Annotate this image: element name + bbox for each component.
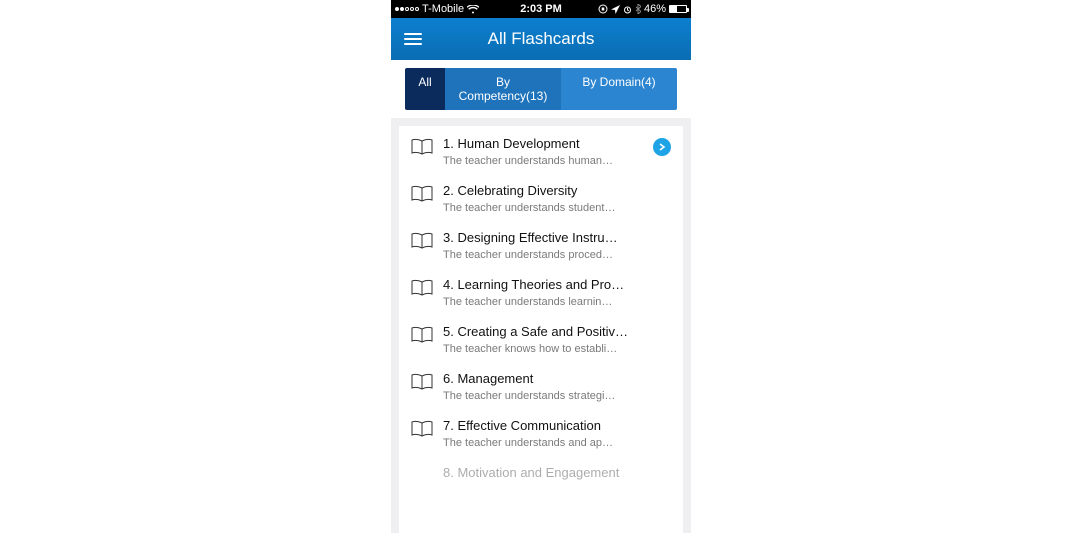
list-item-sub: The teacher understands and ap… (443, 437, 671, 449)
list-item[interactable]: 3. Designing Effective Instru… The teach… (399, 220, 683, 267)
list-item-title: 5. Creating a Safe and Positiv… (443, 324, 671, 339)
app-header: All Flashcards (391, 18, 691, 60)
alarm-icon (623, 5, 632, 14)
list-item-sub: The teacher understands student… (443, 202, 671, 214)
list-item-title: 2. Celebrating Diversity (443, 183, 671, 198)
list-item-title: 1. Human Development (443, 136, 643, 151)
book-icon (411, 326, 433, 349)
list-item-title: 3. Designing Effective Instru… (443, 230, 671, 245)
list-item-title: 8. Motivation and Engagement (443, 465, 671, 480)
menu-button[interactable] (391, 18, 435, 60)
clock-label: 2:03 PM (520, 3, 562, 15)
flashcard-list: 1. Human Development The teacher underst… (399, 126, 683, 533)
tab-domain[interactable]: By Domain(4) (561, 68, 677, 110)
book-icon (411, 232, 433, 255)
status-right: 46% (598, 3, 687, 15)
book-icon (411, 373, 433, 396)
list-item-text: 5. Creating a Safe and Positiv… The teac… (443, 324, 671, 355)
location-icon (611, 5, 620, 14)
hamburger-icon (404, 33, 422, 45)
carrier-label: T-Mobile (422, 3, 464, 15)
book-icon (411, 185, 433, 208)
list-item-title: 4. Learning Theories and Pro… (443, 277, 671, 292)
list-item-title: 7. Effective Communication (443, 418, 671, 433)
list-item-text: 8. Motivation and Engagement (443, 465, 671, 484)
battery-icon (669, 5, 687, 13)
list-item[interactable]: 2. Celebrating Diversity The teacher und… (399, 173, 683, 220)
status-left: T-Mobile (395, 3, 479, 15)
book-icon (411, 420, 433, 443)
list-item[interactable]: 6. Management The teacher understands st… (399, 361, 683, 408)
list-item-sub: The teacher understands proced… (443, 249, 671, 261)
list-item-text: 7. Effective Communication The teacher u… (443, 418, 671, 449)
list-item[interactable]: 4. Learning Theories and Pro… The teache… (399, 267, 683, 314)
list-item-text: 1. Human Development The teacher underst… (443, 136, 643, 167)
list-item-sub: The teacher knows how to establi… (443, 343, 671, 355)
list-item[interactable]: 1. Human Development The teacher underst… (399, 126, 683, 173)
battery-pct-label: 46% (644, 3, 666, 15)
list-item-title: 6. Management (443, 371, 671, 386)
orientation-lock-icon (598, 4, 608, 14)
list-item-text: 3. Designing Effective Instru… The teach… (443, 230, 671, 261)
list-item-sub: The teacher understands human… (443, 155, 643, 167)
phone-frame: T-Mobile 2:03 PM 46% (391, 0, 691, 533)
list-item[interactable]: 7. Effective Communication The teacher u… (399, 408, 683, 455)
tab-all[interactable]: All (405, 68, 445, 110)
book-icon (411, 138, 433, 161)
tabs-container: All By Competency(13) By Domain(4) (391, 60, 691, 118)
status-bar: T-Mobile 2:03 PM 46% (391, 0, 691, 18)
list-background: 1. Human Development The teacher underst… (391, 118, 691, 533)
list-item-text: 2. Celebrating Diversity The teacher und… (443, 183, 671, 214)
chevron-right-icon[interactable] (653, 138, 671, 156)
page-title: All Flashcards (488, 29, 595, 49)
list-item-sub: The teacher understands learnin… (443, 296, 671, 308)
list-item-text: 4. Learning Theories and Pro… The teache… (443, 277, 671, 308)
list-item[interactable]: 5. Creating a Safe and Positiv… The teac… (399, 314, 683, 361)
tab-competency[interactable]: By Competency(13) (445, 68, 561, 110)
list-item-sub: The teacher understands strategi… (443, 390, 671, 402)
list-item-text: 6. Management The teacher understands st… (443, 371, 671, 402)
bluetooth-icon (635, 4, 641, 14)
book-icon (411, 279, 433, 302)
segmented-tabs: All By Competency(13) By Domain(4) (405, 68, 677, 110)
list-item[interactable]: 8. Motivation and Engagement (399, 455, 683, 496)
wifi-icon (467, 5, 479, 14)
signal-dots-icon (395, 7, 419, 11)
